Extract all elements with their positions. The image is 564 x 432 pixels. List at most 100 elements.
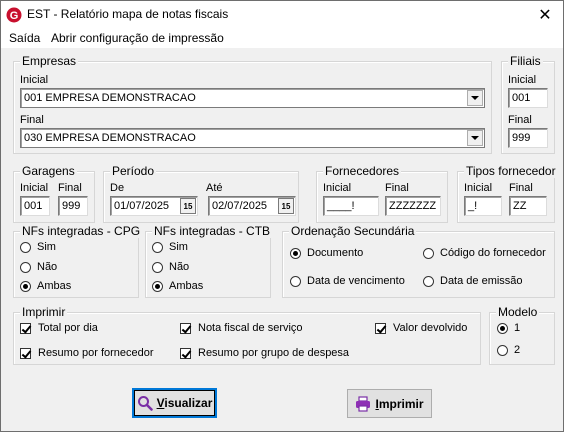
radio-dot[interactable] bbox=[423, 275, 434, 287]
radio-dot[interactable] bbox=[152, 241, 163, 253]
check-valor-devolvido[interactable]: Valor devolvido bbox=[375, 322, 467, 334]
close-icon[interactable]: ✕ bbox=[527, 1, 563, 28]
calendar-icon[interactable]: 15 bbox=[278, 198, 294, 214]
radio-label: Sim bbox=[37, 241, 56, 253]
radio-dot[interactable] bbox=[152, 280, 163, 292]
check-resumo-grupo-despesa[interactable]: Resumo por grupo de despesa bbox=[180, 347, 349, 359]
check-resumo-fornecedor[interactable]: Resumo por fornecedor bbox=[20, 347, 154, 359]
filial-inicial-input[interactable]: 001 bbox=[508, 88, 548, 108]
ordenacao-data-vencimento-radio[interactable]: Data de vencimento bbox=[290, 275, 405, 287]
chevron-down-icon[interactable] bbox=[467, 90, 483, 106]
visualizar-button[interactable]: Visualizar bbox=[132, 388, 217, 418]
radio-label: 1 bbox=[514, 322, 521, 334]
garagem-final-label: Final bbox=[58, 182, 82, 194]
ordenacao-documento-radio[interactable]: Documento bbox=[290, 247, 363, 259]
menu-saida[interactable]: Saída bbox=[9, 31, 40, 45]
periodo-legend: Período bbox=[110, 164, 157, 178]
nfs-ctb-nao-radio[interactable]: Não bbox=[152, 261, 189, 273]
garagem-inicial-label: Inicial bbox=[20, 182, 49, 194]
ordenacao-legend: Ordenação Secundária bbox=[289, 224, 417, 238]
imprimir-group: Imprimir Total por dia Nota fiscal de se… bbox=[13, 305, 481, 365]
modelo-1-radio[interactable]: 1 bbox=[497, 322, 520, 334]
radio-dot[interactable] bbox=[497, 322, 508, 334]
radio-dot[interactable] bbox=[20, 261, 31, 273]
check-nota-fiscal-servico[interactable]: Nota fiscal de serviço bbox=[180, 322, 303, 334]
nfs-ctb-sim-radio[interactable]: Sim bbox=[152, 241, 188, 253]
visualizar-label-rest: isualizar bbox=[164, 396, 213, 410]
radio-dot[interactable] bbox=[152, 261, 163, 273]
tipos-fornecedor-group: Tipos fornecedor Inicial Final _! ZZ bbox=[457, 164, 558, 223]
filiais-group: Filiais Inicial 001 Final 999 bbox=[501, 54, 555, 154]
ordenacao-data-emissao-radio[interactable]: Data de emissão bbox=[423, 275, 523, 287]
nfs-ctb-group: NFs integradas - CTB Sim Não Ambas bbox=[145, 224, 273, 298]
checkbox[interactable] bbox=[180, 322, 191, 334]
garagem-final-input[interactable]: 999 bbox=[58, 196, 88, 216]
check-label: Nota fiscal de serviço bbox=[198, 322, 303, 334]
filial-final-label: Final bbox=[508, 114, 532, 126]
radio-label: Ambas bbox=[169, 280, 204, 292]
empresa-final-label: Final bbox=[20, 114, 44, 126]
nfs-cpg-group: NFs integradas - CPG Sim Não Ambas bbox=[13, 224, 143, 298]
calendar-icon[interactable]: 15 bbox=[180, 198, 196, 214]
modelo-legend: Modelo bbox=[496, 305, 540, 319]
radio-dot[interactable] bbox=[20, 241, 31, 253]
chevron-down-icon[interactable] bbox=[467, 130, 483, 146]
fornecedor-final-input[interactable]: ZZZZZZZ bbox=[385, 196, 441, 216]
imprimir-button[interactable]: Imprimir bbox=[347, 389, 432, 418]
garagens-legend: Garagens bbox=[20, 164, 77, 178]
check-total-por-dia[interactable]: Total por dia bbox=[20, 322, 98, 334]
nfs-cpg-ambas-radio[interactable]: Ambas bbox=[20, 280, 71, 292]
modelo-group: Modelo 1 2 bbox=[489, 305, 555, 365]
menu-abrir-configuracao[interactable]: Abrir configuração de impressão bbox=[51, 31, 224, 45]
nfs-ctb-ambas-radio[interactable]: Ambas bbox=[152, 280, 203, 292]
tipo-final-input[interactable]: ZZ bbox=[509, 196, 547, 216]
tipo-final-label: Final bbox=[509, 182, 533, 194]
nfs-ctb-legend: NFs integradas - CTB bbox=[152, 224, 273, 238]
nfs-cpg-sim-radio[interactable]: Sim bbox=[20, 241, 56, 253]
fornecedor-inicial-label: Inicial bbox=[323, 182, 352, 194]
menu-bar: Saída Abrir configuração de impressão bbox=[1, 28, 563, 48]
checkbox[interactable] bbox=[180, 347, 191, 359]
filial-final-input[interactable]: 999 bbox=[508, 128, 548, 148]
ordenacao-codigo-fornecedor-radio[interactable]: Código do fornecedor bbox=[423, 247, 546, 259]
empresa-inicial-select[interactable]: 001 EMPRESA DEMONSTRACAO bbox=[20, 88, 485, 108]
tipo-inicial-input[interactable]: _! bbox=[464, 196, 502, 216]
radio-label: 2 bbox=[514, 344, 521, 356]
empresa-inicial-value: 001 EMPRESA DEMONSTRACAO bbox=[24, 92, 196, 104]
window-title: EST - Relatório mapa de notas fiscais bbox=[27, 7, 229, 21]
periodo-de-input[interactable]: 01/07/2025 15 bbox=[110, 196, 198, 216]
radio-label: Data de emissão bbox=[440, 275, 523, 287]
nfs-cpg-nao-radio[interactable]: Não bbox=[20, 261, 57, 273]
check-label: Resumo por grupo de despesa bbox=[198, 347, 350, 359]
imprimir-label: Imprimir bbox=[375, 397, 423, 411]
ordenacao-group: Ordenação Secundária Documento Código do… bbox=[282, 224, 555, 298]
modelo-2-radio[interactable]: 2 bbox=[497, 344, 520, 356]
periodo-group: Período De Até 01/07/2025 15 02/07/2025 … bbox=[103, 164, 299, 223]
empresa-final-value: 030 EMPRESA DEMONSTRACAO bbox=[24, 132, 196, 144]
imprimir-legend: Imprimir bbox=[20, 305, 68, 319]
radio-dot[interactable] bbox=[497, 344, 508, 356]
radio-label: Não bbox=[169, 261, 190, 273]
checkbox[interactable] bbox=[20, 322, 31, 334]
periodo-ate-value: 02/07/2025 bbox=[212, 200, 268, 212]
radio-dot[interactable] bbox=[20, 280, 31, 292]
radio-dot[interactable] bbox=[423, 247, 434, 259]
fornecedor-final-label: Final bbox=[385, 182, 409, 194]
filial-inicial-label: Inicial bbox=[508, 74, 537, 86]
svg-text:G: G bbox=[10, 10, 19, 22]
radio-dot[interactable] bbox=[290, 275, 301, 287]
checkbox[interactable] bbox=[20, 347, 31, 359]
radio-dot[interactable] bbox=[290, 247, 301, 259]
check-label: Valor devolvido bbox=[393, 322, 468, 334]
checkbox[interactable] bbox=[375, 322, 386, 334]
periodo-ate-input[interactable]: 02/07/2025 15 bbox=[208, 196, 296, 216]
empresas-group: Empresas Inicial 001 EMPRESA DEMONSTRACA… bbox=[13, 54, 492, 154]
fornecedores-group: Fornecedores Inicial Final ____! ZZZZZZZ bbox=[316, 164, 448, 223]
garagem-inicial-input[interactable]: 001 bbox=[20, 196, 50, 216]
title-bar: G EST - Relatório mapa de notas fiscais … bbox=[1, 1, 563, 28]
magnifier-icon bbox=[137, 396, 153, 411]
tipo-inicial-label: Inicial bbox=[464, 182, 493, 194]
empresa-final-select[interactable]: 030 EMPRESA DEMONSTRACAO bbox=[20, 128, 485, 148]
fornecedor-inicial-input[interactable]: ____! bbox=[323, 196, 379, 216]
garagens-group: Garagens Inicial Final 001 999 bbox=[13, 164, 95, 223]
